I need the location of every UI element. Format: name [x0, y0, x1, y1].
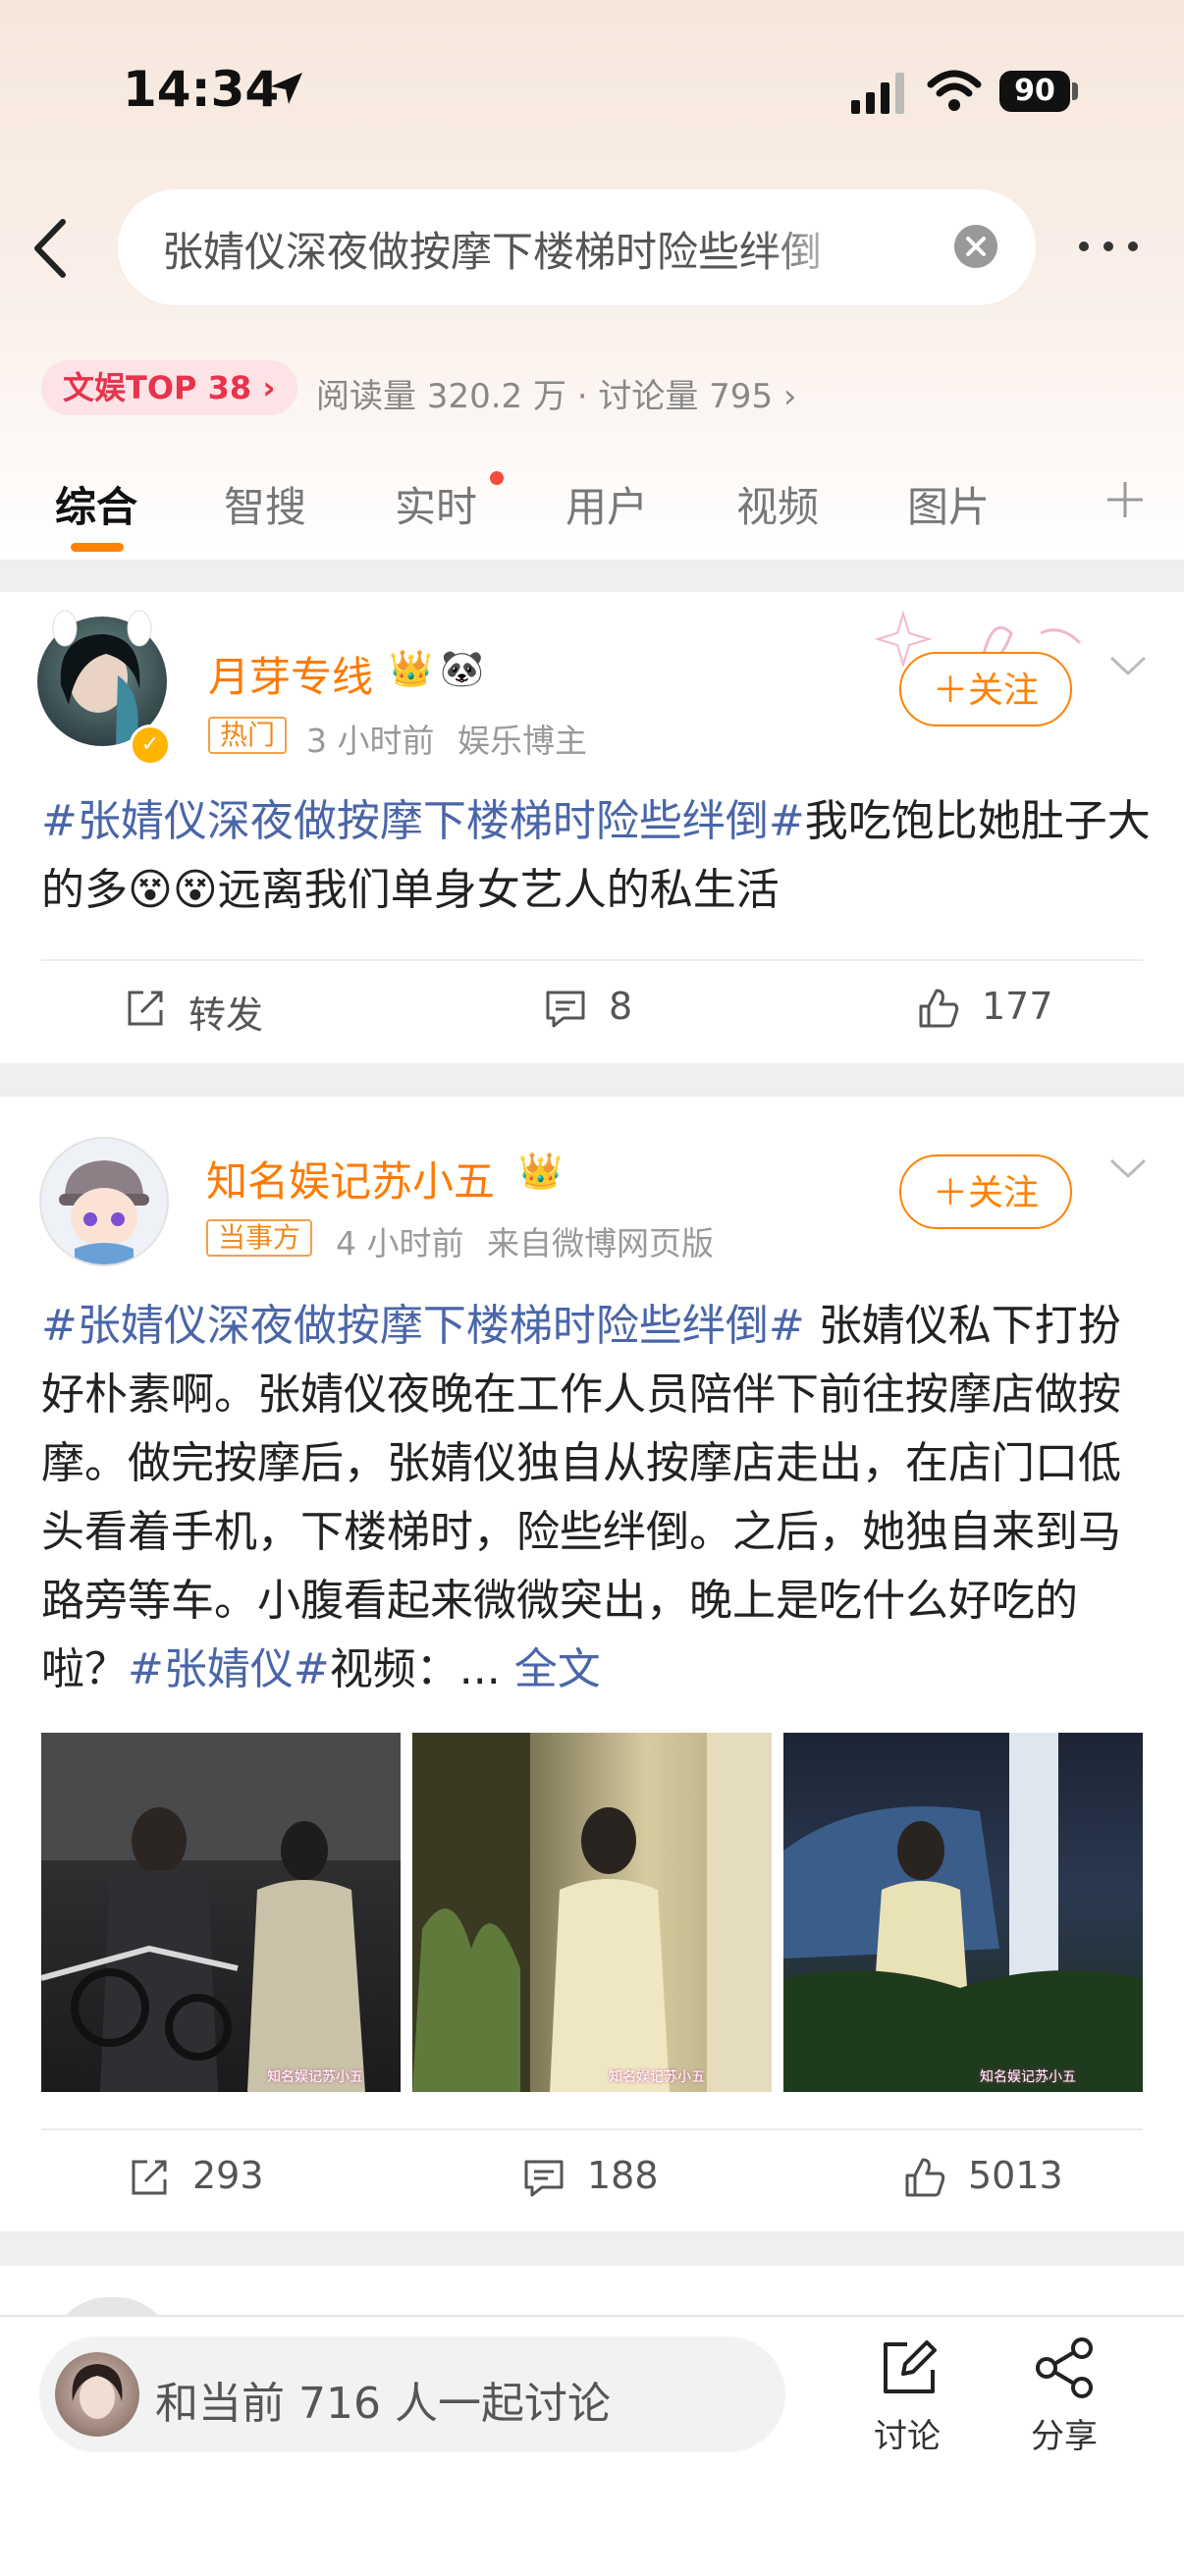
photo-scene-doorway [412, 1733, 772, 2092]
chevron-right-icon: › [773, 377, 797, 416]
post-text-part: 远离我们单身女艺人的私生活 [217, 865, 780, 915]
chevron-right-icon: › [251, 369, 276, 406]
cartoon-avatar [59, 1160, 149, 1264]
bunny-ears-icon [52, 610, 152, 647]
comment-icon [546, 991, 585, 1028]
user-avatar [55, 2352, 139, 2437]
share-label: 分享 [1031, 2417, 1098, 2456]
dizzy-emoji-icon: 😵 [128, 865, 173, 915]
post-source: 娱乐博主 [457, 722, 587, 760]
dizzy-emoji-icon: 😵 [172, 865, 218, 915]
topic-stats-text: 阅读量 320.2 万 · 讨论量 795 [316, 377, 774, 416]
post-content[interactable]: #张婧仪深夜做按摩下楼梯时险些绊倒# 张婧仪私下打扮好朴素啊。张婧仪夜晚在工作人… [41, 1292, 1151, 1704]
battery-tip [1072, 82, 1078, 100]
post-source: 来自微博网页版 [487, 1224, 714, 1262]
comment-count: 8 [609, 985, 633, 1028]
panda-badge-icon: 🐼 [440, 649, 484, 689]
repost-icon [132, 2160, 167, 2195]
photo-scene-roadside [783, 1733, 1143, 2092]
tab-comprehensive[interactable]: 综合 [55, 474, 137, 534]
comment-icon [524, 2160, 564, 2197]
tab-images[interactable]: 图片 [907, 474, 990, 534]
share-icon [1036, 2337, 1093, 2398]
post-username[interactable]: 知名娱记苏小五 [206, 1149, 495, 1208]
chevron-down-icon[interactable] [1107, 1154, 1149, 1182]
post-hashtag[interactable]: #张婧仪深夜做按摩下楼梯时险些绊倒# [41, 1301, 805, 1351]
divider [41, 959, 1143, 961]
crown-badge-icon: 👑 [389, 649, 433, 689]
image-watermark: 知名娱记苏小五 [980, 2069, 1076, 2085]
follow-label: 关注 [968, 1173, 1040, 1213]
post-hashtag-secondary[interactable]: #张婧仪# [128, 1644, 330, 1694]
tab-videos[interactable]: 视频 [736, 474, 819, 534]
image-watermark: 知名娱记苏小五 [609, 2069, 705, 2085]
thumbs-up-icon [905, 2158, 945, 2197]
topic-rank-label: 文娱TOP 38 [63, 369, 252, 406]
image-watermark: 知名娱记苏小五 [267, 2069, 363, 2085]
follow-label: 关注 [968, 671, 1040, 711]
topic-stats[interactable]: 阅读量 320.2 万 · 讨论量 795 › [316, 369, 796, 417]
user-avatar-figure [72, 2364, 123, 2419]
repost-count: 293 [192, 2154, 264, 2197]
like-count: 177 [982, 985, 1053, 1028]
plus-icon: ＋ [932, 1173, 968, 1213]
tab-bar: 综合 智搜 实时 用户 视频 图片 [0, 456, 1184, 555]
tab-realtime[interactable]: 实时 [395, 474, 477, 534]
avatar[interactable] [39, 1137, 169, 1266]
post-image[interactable]: 知名娱记苏小五 [783, 1733, 1143, 2092]
repost-label: 转发 [188, 993, 264, 1037]
full-text-link[interactable]: 全文 [514, 1644, 601, 1694]
divider [41, 2128, 1143, 2130]
discuss-button[interactable]: 讨论 [848, 2333, 966, 2456]
post-username[interactable]: 月芽专线 [208, 644, 373, 704]
discuss-label: 讨论 [874, 2417, 941, 2456]
post-tag: 热门 [208, 717, 288, 754]
close-icon [966, 237, 986, 256]
location-arrow-icon [271, 73, 302, 104]
repost-icon [128, 991, 163, 1026]
realtime-new-dot [490, 471, 504, 485]
comment-count: 188 [587, 2154, 659, 2197]
clear-search-button[interactable] [954, 225, 997, 268]
battery-level: 90 [999, 71, 1070, 112]
crown-badge-icon: 👑 [518, 1152, 563, 1192]
wifi-icon [927, 70, 982, 111]
cellular-signal-icon [851, 73, 904, 114]
tab-smart-search[interactable]: 智搜 [224, 474, 306, 534]
more-options-button[interactable] [1076, 232, 1141, 261]
verified-badge-icon: ✓ [130, 724, 171, 766]
search-query[interactable]: 张婧仪深夜做按摩下楼梯时险些绊倒 [162, 219, 869, 279]
back-button[interactable] [27, 214, 73, 283]
photo-scene-street [41, 1733, 401, 2092]
topic-rank-badge[interactable]: 文娱TOP 38 › [41, 360, 297, 415]
post-hashtag[interactable]: #张婧仪深夜做按摩下楼梯时险些绊倒# [41, 796, 805, 846]
add-tab-icon[interactable] [1103, 478, 1147, 521]
plus-icon: ＋ [932, 671, 968, 711]
discuss-placeholder[interactable]: 和当前 716 人一起讨论 [155, 2368, 611, 2431]
compose-icon [884, 2340, 937, 2393]
tab-users[interactable]: 用户 [565, 474, 648, 534]
post-image[interactable]: 知名娱记苏小五 [41, 1733, 401, 2092]
follow-button[interactable]: ＋关注 [899, 1154, 1072, 1229]
chevron-down-icon[interactable] [1107, 652, 1149, 679]
status-time: 14:34 [123, 61, 280, 118]
post-time: 4 小时前 [336, 1224, 464, 1262]
like-count: 5013 [968, 2154, 1063, 2197]
post-content[interactable]: #张婧仪深夜做按摩下楼梯时险些绊倒#我吃饱比她肚子大的多😵😵远离我们单身女艺人的… [41, 787, 1151, 925]
post-text-tail: 视频：... [329, 1644, 501, 1694]
post-text-part: 张婧仪私下打扮好朴素啊。张婧仪夜晚在工作人员陪伴下前往按摩店做按摩。做完按摩后，… [41, 1301, 1121, 1694]
active-tab-indicator [71, 543, 124, 552]
thumbs-up-icon [919, 989, 959, 1028]
follow-button[interactable]: ＋关注 [899, 652, 1072, 726]
post-image[interactable]: 知名娱记苏小五 [412, 1733, 772, 2092]
share-button[interactable]: 分享 [1005, 2333, 1123, 2456]
post-time: 3 小时前 [306, 722, 435, 760]
post-tag: 当事方 [206, 1219, 313, 1257]
